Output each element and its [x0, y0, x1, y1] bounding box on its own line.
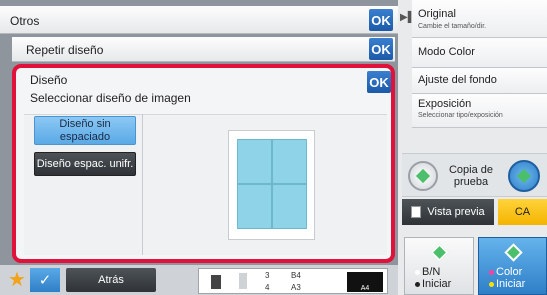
star-icon[interactable]: ★ [8, 270, 28, 290]
repeat-layout-bar[interactable]: Repetir diseño [12, 37, 395, 62]
menu-exposure[interactable]: Exposición Seleccionar tipo/exposición [412, 94, 547, 128]
menu-background-adjust[interactable]: Ajuste del fondo [412, 68, 547, 94]
menu-original-sub: Cambie el tamaño/dir. [418, 23, 487, 30]
tray-slot-icon [239, 273, 247, 289]
start-color-icon [504, 243, 523, 262]
menu-exposure-label: Exposición [418, 98, 472, 110]
start-bw-icon [430, 243, 449, 262]
preview-pane-tl [237, 139, 272, 184]
start-color-label: Color Iniciar [489, 266, 525, 290]
option-no-spacing-button[interactable]: Diseño sin espaciado [34, 116, 136, 145]
preview-icon [411, 206, 422, 218]
paper-tray-status: 3 B4 4 A3 A4 [198, 268, 388, 294]
start-bw-line2: Iniciar [422, 278, 452, 290]
menu-background-label: Ajuste del fondo [418, 74, 497, 86]
layout-preview-image [228, 130, 315, 240]
tray-row1-number: 3 [265, 271, 270, 280]
menu-original[interactable]: Original Cambie el tamaño/dir. [412, 0, 547, 38]
back-button[interactable]: Atrás [66, 268, 156, 292]
preview-button[interactable]: Vista previa [402, 199, 494, 225]
start-color-button[interactable]: Color Iniciar [478, 237, 547, 295]
menu-color-mode-label: Modo Color [418, 46, 475, 58]
page-title: Otros [10, 14, 40, 28]
repeat-ok-button[interactable]: OK [369, 38, 393, 60]
menu-original-label: Original [418, 8, 456, 20]
preview-pane-br [272, 184, 307, 229]
layout-panel: Diseño Seleccionar diseño de imagen OK D… [12, 64, 395, 263]
tray-row2-size: A3 [291, 283, 301, 292]
option-uniform-spacing-button[interactable]: Diseño espac. unifr. [34, 152, 136, 176]
preview-label: Vista previa [427, 206, 485, 218]
start-bw-button[interactable]: B/N Iniciar [404, 237, 474, 295]
screen: Otros OK Repetir diseño OK Diseño Selecc… [0, 0, 547, 295]
header-ok-button[interactable]: OK [369, 9, 393, 31]
layout-ok-button[interactable]: OK [367, 71, 391, 93]
divider [142, 114, 143, 255]
proof-copy-label: Copia de prueba [448, 164, 494, 188]
layout-subtitle: Seleccionar diseño de imagen [30, 91, 191, 105]
menu-color-mode[interactable]: Modo Color [412, 38, 547, 68]
header-bar: Otros [0, 6, 398, 34]
tray-row2-number: 4 [265, 283, 270, 292]
start-color-line2: Iniciar [496, 278, 526, 290]
preview-pane-bl [237, 184, 272, 229]
start-color-line1: Color [496, 266, 523, 278]
check-icon[interactable]: ✓ [30, 268, 60, 292]
start-bw-line1: B/N [422, 266, 441, 278]
tray-indicator [211, 275, 221, 289]
preview-pane-tr [272, 139, 307, 184]
tray-row1-size: B4 [291, 271, 301, 280]
clear-all-button[interactable]: CA [498, 199, 547, 225]
start-bw-label: B/N Iniciar [415, 266, 451, 290]
proof-copy-color-icon[interactable] [508, 160, 540, 192]
proof-copy-bw-icon[interactable] [408, 161, 438, 191]
menu-exposure-sub: Seleccionar tipo/exposición [418, 112, 503, 119]
repeat-layout-label: Repetir diseño [26, 43, 104, 57]
layout-title: Diseño [30, 73, 68, 87]
tray-current-paper: A4 [347, 272, 383, 292]
